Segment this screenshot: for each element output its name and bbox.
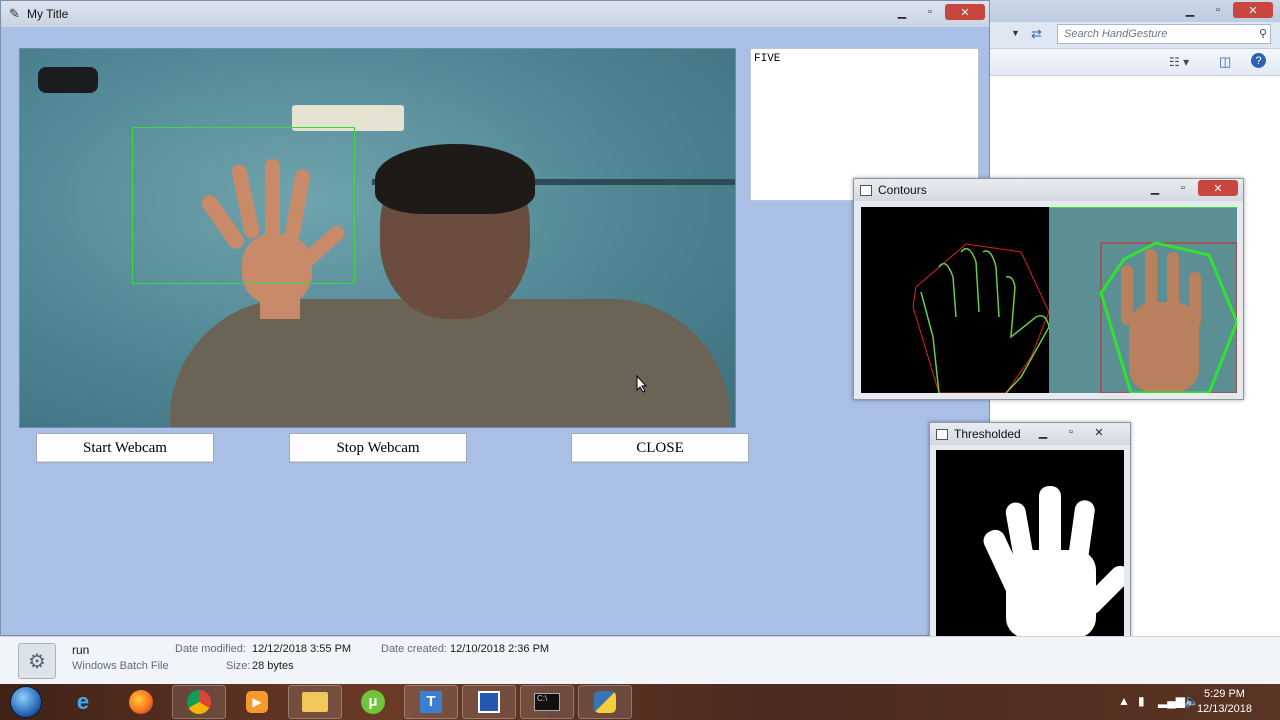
window-app-icon <box>936 428 948 440</box>
maximize-button[interactable]: ▫ <box>917 4 943 20</box>
webcam-feed <box>19 48 736 428</box>
maximize-button[interactable]: ▫ <box>1058 424 1084 440</box>
explorer-address-bar: ▼ ⇄ Search HandGesture ⚲ <box>981 22 1280 49</box>
help-icon[interactable]: ? <box>1251 53 1266 68</box>
close-button[interactable]: ✕ <box>1086 424 1112 440</box>
explorer-window-controls: ▁ ▫ ✕ <box>1177 2 1273 18</box>
taskbar: e ▶ μ T C:\ ▲ ▮ ▂▄▆ 🔈 5:29 PM 12/13/2018 <box>0 684 1280 720</box>
refresh-icon[interactable]: ⇄ <box>1031 26 1042 42</box>
hull-overlay-panel <box>1049 207 1237 393</box>
internet-explorer-icon[interactable]: e <box>56 685 110 719</box>
contour-drawing-panel <box>861 207 1049 393</box>
minimize-button[interactable]: ▁ <box>889 4 915 20</box>
convex-hull-overlay <box>1049 207 1237 393</box>
mouse-cursor-icon <box>636 375 648 393</box>
date-created-value: 12/10/2018 2:36 PM <box>450 643 550 655</box>
maximize-button[interactable]: ▫ <box>1205 2 1231 18</box>
close-button[interactable]: ✕ <box>1233 2 1273 18</box>
clock-time: 5:29 PM <box>1203 688 1245 700</box>
size-label: Size: <box>226 660 251 672</box>
show-hidden-icons-icon[interactable]: ▲ <box>1118 694 1130 708</box>
search-icon[interactable]: ⚲ <box>1259 27 1267 40</box>
python-idle-icon[interactable] <box>462 685 516 719</box>
region-of-interest-box <box>132 127 355 284</box>
person-hair <box>375 144 535 214</box>
explorer-titlebar: ▁ ▫ ✕ <box>981 0 1280 22</box>
contours-title: Contours <box>878 183 927 197</box>
battery-icon[interactable]: ▮ <box>1138 694 1145 708</box>
contours-titlebar: Contours ▁ ▫ ✕ <box>854 179 1243 201</box>
chrome-icon[interactable] <box>172 685 226 719</box>
batch-file-gear-icon: ⚙ <box>18 643 56 679</box>
close-app-button[interactable]: CLOSE <box>571 433 749 463</box>
minimize-button[interactable]: ▁ <box>1030 424 1056 440</box>
network-icon[interactable]: ▂▄▆ <box>1158 694 1185 708</box>
contour-drawing <box>912 243 1049 393</box>
contours-window: Contours ▁ ▫ ✕ <box>853 178 1244 400</box>
file-explorer-icon[interactable] <box>288 685 342 719</box>
thresholded-title: Thresholded <box>954 427 1021 441</box>
view-options-icon[interactable]: ☷ ▾ <box>1169 55 1189 69</box>
threshold-mask-panel <box>936 450 1124 638</box>
main-window: ✎ My Title ▁ ▫ ✕ FIVE Start Webcam Stop … <box>0 0 990 636</box>
start-webcam-button[interactable]: Start Webcam <box>36 433 214 463</box>
stop-webcam-button[interactable]: Stop Webcam <box>289 433 467 463</box>
binary-hand-mask <box>983 486 1124 638</box>
file-name: run <box>72 643 90 657</box>
window-app-icon <box>860 184 872 196</box>
close-button[interactable]: ✕ <box>1198 180 1238 196</box>
main-titlebar: ✎ My Title ▁ ▫ ✕ <box>1 1 989 27</box>
thresholded-titlebar: Thresholded ▁ ▫ ✕ <box>930 423 1130 445</box>
window-title: My Title <box>27 7 69 21</box>
main-window-controls: ▁ ▫ ✕ <box>889 4 985 20</box>
clock-date: 12/13/2018 <box>1196 703 1252 715</box>
command-prompt-icon[interactable]: C:\ <box>520 685 574 719</box>
system-tray: ▲ ▮ ▂▄▆ 🔈 5:29 PM 12/13/2018 <box>1100 684 1280 720</box>
preview-pane-icon[interactable]: ◫ <box>1219 54 1231 70</box>
dropdown-arrow-icon[interactable]: ▼ <box>1011 28 1020 38</box>
system-clock[interactable]: 5:29 PM 12/13/2018 <box>1197 687 1252 717</box>
contours-window-controls: ▁ ▫ ✕ <box>1142 180 1238 196</box>
utorrent-icon[interactable]: μ <box>346 685 400 719</box>
dark-object <box>38 67 98 93</box>
python-icon[interactable] <box>578 685 632 719</box>
search-input[interactable]: Search HandGesture <box>1057 24 1271 44</box>
typing-app-icon[interactable]: T <box>404 685 458 719</box>
media-player-icon[interactable]: ▶ <box>230 685 284 719</box>
firefox-icon[interactable] <box>114 685 168 719</box>
thresholded-window-controls: ▁ ▫ ✕ <box>1030 424 1112 440</box>
close-button[interactable]: ✕ <box>945 4 985 20</box>
thresholded-window: Thresholded ▁ ▫ ✕ <box>929 422 1131 644</box>
date-modified-label: Date modified: <box>175 643 246 655</box>
file-type: Windows Batch File <box>72 660 169 672</box>
feather-icon: ✎ <box>9 6 20 21</box>
start-button[interactable] <box>4 684 48 720</box>
explorer-details-pane: ⚙ run Windows Batch File Date modified: … <box>0 636 1280 685</box>
maximize-button[interactable]: ▫ <box>1170 180 1196 196</box>
windows-logo-icon <box>10 686 42 718</box>
date-modified-value: 12/12/2018 3:55 PM <box>252 643 352 655</box>
date-created-label: Date created: <box>381 643 448 655</box>
size-value: 28 bytes <box>252 660 294 672</box>
explorer-toolbar: ☷ ▾ ◫ ? <box>981 49 1280 76</box>
minimize-button[interactable]: ▁ <box>1177 2 1203 18</box>
minimize-button[interactable]: ▁ <box>1142 180 1168 196</box>
